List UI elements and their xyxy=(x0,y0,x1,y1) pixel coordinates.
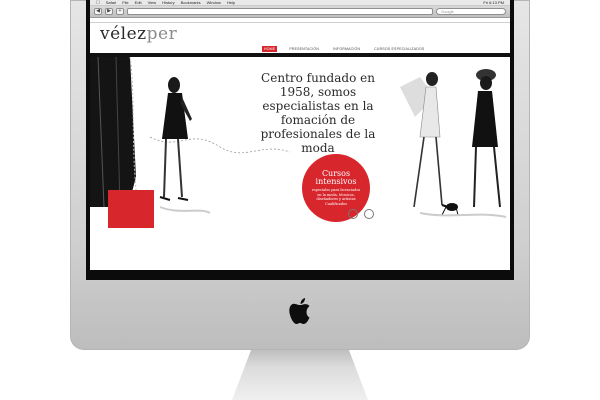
nav-informacion[interactable]: INFORMACIÓN xyxy=(331,46,362,52)
right-models-sketch xyxy=(400,69,507,218)
drape-illustration xyxy=(90,57,139,208)
menu-edit[interactable]: Edit xyxy=(135,0,142,5)
menu-window[interactable]: Window xyxy=(207,0,221,5)
apple-logo-icon xyxy=(289,298,310,324)
accreditation-seals xyxy=(348,209,374,219)
seal-icon xyxy=(364,209,374,219)
imac-stand xyxy=(232,350,368,400)
imac-chin xyxy=(70,280,530,350)
hero-banner: Centro fundado en 1958, somos especialis… xyxy=(90,57,510,270)
menu-file[interactable]: File xyxy=(122,0,128,5)
contact-card[interactable] xyxy=(108,190,154,228)
hero-headline: Centro fundado en 1958, somos especialis… xyxy=(260,71,376,155)
menu-view[interactable]: View xyxy=(148,0,157,5)
forward-button[interactable]: ▶ xyxy=(105,8,113,15)
nav-cursos[interactable]: CURSOS ESPECIALIZADOS xyxy=(372,46,426,52)
seal-icon xyxy=(348,209,358,219)
search-field[interactable]: Google xyxy=(436,8,506,15)
logo-text-first: vélez xyxy=(100,24,147,44)
menu-app-name[interactable]: Safari xyxy=(106,0,116,5)
badge-title: Cursos intensivos xyxy=(315,169,357,186)
left-model-sketch xyxy=(159,77,211,214)
nav-home[interactable]: HOME xyxy=(262,46,278,52)
screen-bezel:  Safari File Edit View History Bookmark… xyxy=(86,0,514,280)
main-nav: HOME PRESENTACIÓN INFORMACIÓN CURSOS ESP… xyxy=(262,46,426,52)
back-button[interactable]: ◀ xyxy=(94,8,102,15)
menu-help[interactable]: Help xyxy=(227,0,235,5)
url-field[interactable] xyxy=(127,8,433,15)
logo-text-second: per xyxy=(146,24,178,44)
screen:  Safari File Edit View History Bookmark… xyxy=(90,0,510,270)
menu-bookmarks[interactable]: Bookmarks xyxy=(181,0,201,5)
nav-presentacion[interactable]: PRESENTACIÓN xyxy=(287,46,321,52)
imac-body:  Safari File Edit View History Bookmark… xyxy=(70,0,530,350)
site-logo[interactable]: vélezper xyxy=(100,24,177,46)
add-bookmark-button[interactable]: + xyxy=(116,8,124,15)
apple-menu-icon[interactable]:  xyxy=(96,0,100,6)
header-divider xyxy=(90,22,510,23)
browser-toolbar: ◀ ▶ + Google xyxy=(90,6,510,18)
menu-history[interactable]: History xyxy=(162,0,174,5)
menubar-clock: Fri 6:13 PM xyxy=(483,0,504,5)
badge-text: especiales para licenciados en la moda, … xyxy=(311,188,361,206)
